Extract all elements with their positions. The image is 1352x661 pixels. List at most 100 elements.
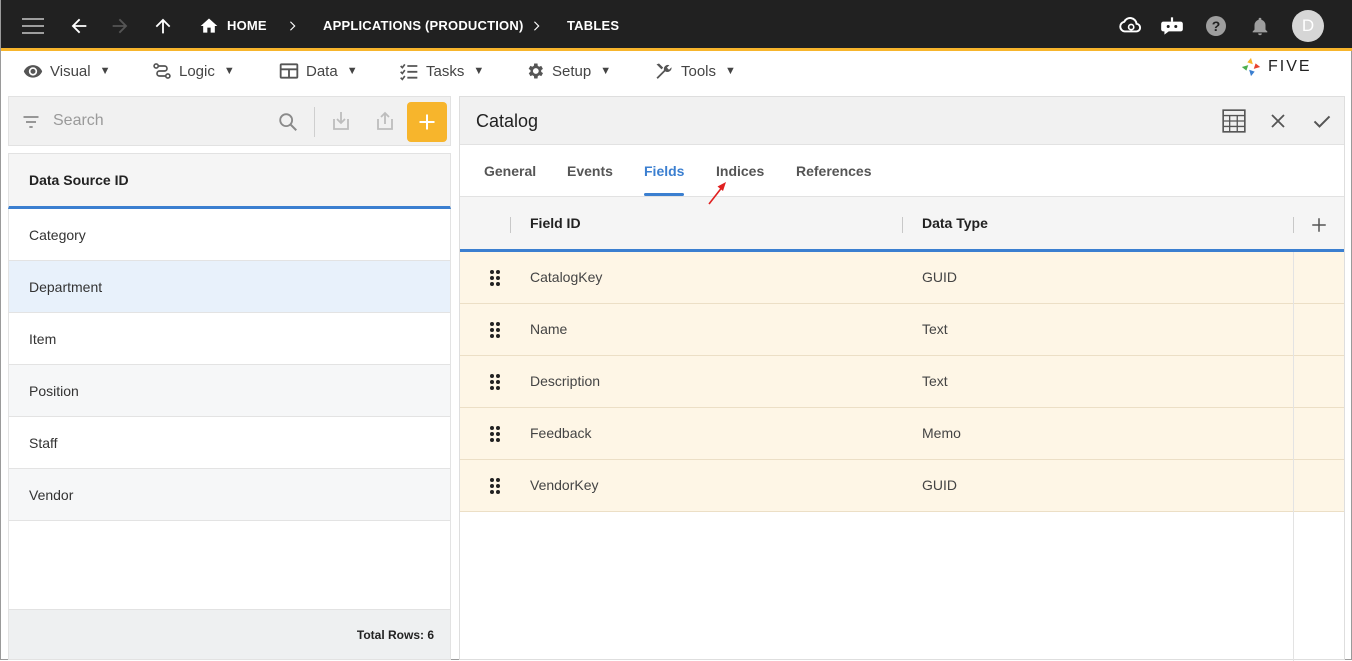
eye-icon (23, 65, 43, 78)
search-input[interactable]: Search (53, 112, 104, 130)
column-separator (1293, 217, 1294, 233)
tab-bar: General Events Fields Indices References (460, 145, 1344, 197)
chat-bot-icon[interactable] (1159, 0, 1185, 51)
tools-icon (656, 63, 672, 79)
add-field-button[interactable] (1310, 216, 1328, 239)
table-row[interactable]: CatalogKey GUID (460, 252, 1344, 304)
field-id-cell: VendorKey (530, 477, 599, 493)
form-header: Catalog (460, 97, 1344, 145)
list-item-selected[interactable]: Department (8, 261, 451, 313)
list-item[interactable]: Vendor (8, 469, 451, 521)
five-logo: FIVE (1240, 56, 1312, 78)
checklist-icon (400, 63, 418, 81)
field-id-cell: Description (530, 373, 601, 389)
list-empty-space (8, 521, 451, 609)
menu-tools[interactable]: Tools ▼ (654, 54, 736, 88)
save-check-icon[interactable] (1308, 107, 1336, 135)
list-item[interactable]: Category (8, 209, 451, 261)
field-id-cell: Feedback (530, 425, 592, 441)
logo-icon (1241, 57, 1261, 77)
close-icon[interactable] (1264, 107, 1292, 135)
cloud-sync-icon[interactable] (1116, 0, 1142, 51)
tab-fields[interactable]: Fields (644, 145, 684, 197)
search-icon[interactable] (277, 111, 299, 138)
avatar[interactable]: D (1292, 0, 1324, 51)
data-type-cell: GUID (922, 269, 957, 285)
breadcrumb-tables[interactable]: TABLES (567, 0, 619, 51)
table-icon (279, 63, 299, 79)
left-panel: Search Data Source ID Category Departmen… (8, 96, 451, 660)
column-separator (902, 217, 903, 233)
chevron-right-icon (285, 0, 299, 51)
column-separator (510, 217, 511, 233)
svg-text:?: ? (1212, 18, 1221, 34)
add-record-button[interactable] (407, 102, 447, 142)
menu-icon[interactable] (22, 0, 44, 51)
divider (314, 107, 315, 137)
breadcrumb-applications[interactable]: APPLICATIONS (PRODUCTION) (323, 0, 523, 51)
form-title: Catalog (476, 111, 539, 131)
drag-handle-icon[interactable] (489, 425, 501, 443)
help-icon[interactable]: ? (1204, 0, 1228, 51)
home-icon (200, 18, 218, 33)
column-header-data-type[interactable]: Data Type (922, 215, 988, 231)
filter-icon[interactable] (21, 112, 41, 137)
list-item[interactable]: Position (8, 365, 451, 417)
drag-handle-icon[interactable] (489, 321, 501, 339)
menu-label: Tasks (426, 62, 465, 80)
menu-tasks[interactable]: Tasks ▼ (399, 54, 484, 88)
import-icon[interactable] (329, 109, 353, 138)
annotation-arrow-icon (708, 182, 726, 205)
menu-label: Tools (681, 62, 717, 80)
search-bar: Search (8, 96, 451, 146)
total-rows: Total Rows: 6 (8, 609, 451, 660)
menu-logic[interactable]: Logic ▼ (152, 54, 235, 88)
breadcrumb-label: HOME (227, 18, 267, 33)
bell-icon[interactable] (1249, 0, 1271, 51)
data-type-cell: GUID (922, 477, 957, 493)
drag-handle-icon[interactable] (489, 477, 501, 495)
table-row[interactable]: Name Text (460, 304, 1344, 356)
back-arrow-icon[interactable] (68, 0, 90, 51)
grid-view-icon[interactable] (1220, 107, 1248, 135)
data-type-cell: Text (922, 373, 948, 389)
grid-header: Field ID Data Type (460, 197, 1344, 252)
data-type-cell: Memo (922, 425, 961, 441)
field-id-cell: Name (530, 321, 568, 337)
list-item[interactable]: Staff (8, 417, 451, 469)
plus-icon (1312, 218, 1326, 232)
drag-handle-icon[interactable] (489, 373, 501, 391)
export-icon[interactable] (373, 109, 397, 138)
right-panel: Catalog General Events Fields Indices Re… (459, 96, 1345, 661)
column-header-field-id[interactable]: Field ID (530, 215, 581, 231)
menu-label: Data (306, 62, 338, 80)
tab-general[interactable]: General (484, 145, 536, 197)
table-row[interactable]: Description Text (460, 356, 1344, 408)
menu-setup[interactable]: Setup ▼ (525, 54, 611, 88)
table-row[interactable]: VendorKey GUID (460, 460, 1344, 512)
menu-data[interactable]: Data ▼ (279, 54, 358, 88)
logo-text: FIVE (1268, 58, 1312, 75)
menu-label: Setup (552, 62, 592, 80)
plus-icon (419, 114, 435, 130)
tab-events[interactable]: Events (567, 145, 613, 197)
menu-bar: Visual ▼ Logic ▼ Data ▼ Tasks ▼ Setup ▼ Tools… (1, 54, 1352, 88)
breadcrumb-label: TABLES (567, 18, 620, 33)
gear-icon (528, 63, 543, 79)
tab-references[interactable]: References (796, 145, 872, 197)
data-type-cell: Text (922, 321, 948, 337)
list-item[interactable]: Item (8, 313, 451, 365)
forward-arrow-icon[interactable] (109, 0, 131, 51)
drag-handle-icon[interactable] (489, 269, 501, 287)
grid-column-divider (1293, 252, 1294, 661)
avatar-initial: D (1292, 9, 1324, 42)
breadcrumb-label: APPLICATIONS (PRODUCTION) (323, 18, 524, 33)
table-row[interactable]: Feedback Memo (460, 408, 1344, 460)
field-id-cell: CatalogKey (530, 269, 603, 285)
column-header-data-source-id[interactable]: Data Source ID (8, 153, 451, 209)
menu-visual[interactable]: Visual ▼ (23, 54, 110, 88)
active-tab-indicator (644, 193, 684, 196)
menu-label: Logic (179, 62, 215, 80)
breadcrumb-home[interactable]: HOME (199, 0, 267, 51)
up-arrow-icon[interactable] (152, 0, 174, 51)
